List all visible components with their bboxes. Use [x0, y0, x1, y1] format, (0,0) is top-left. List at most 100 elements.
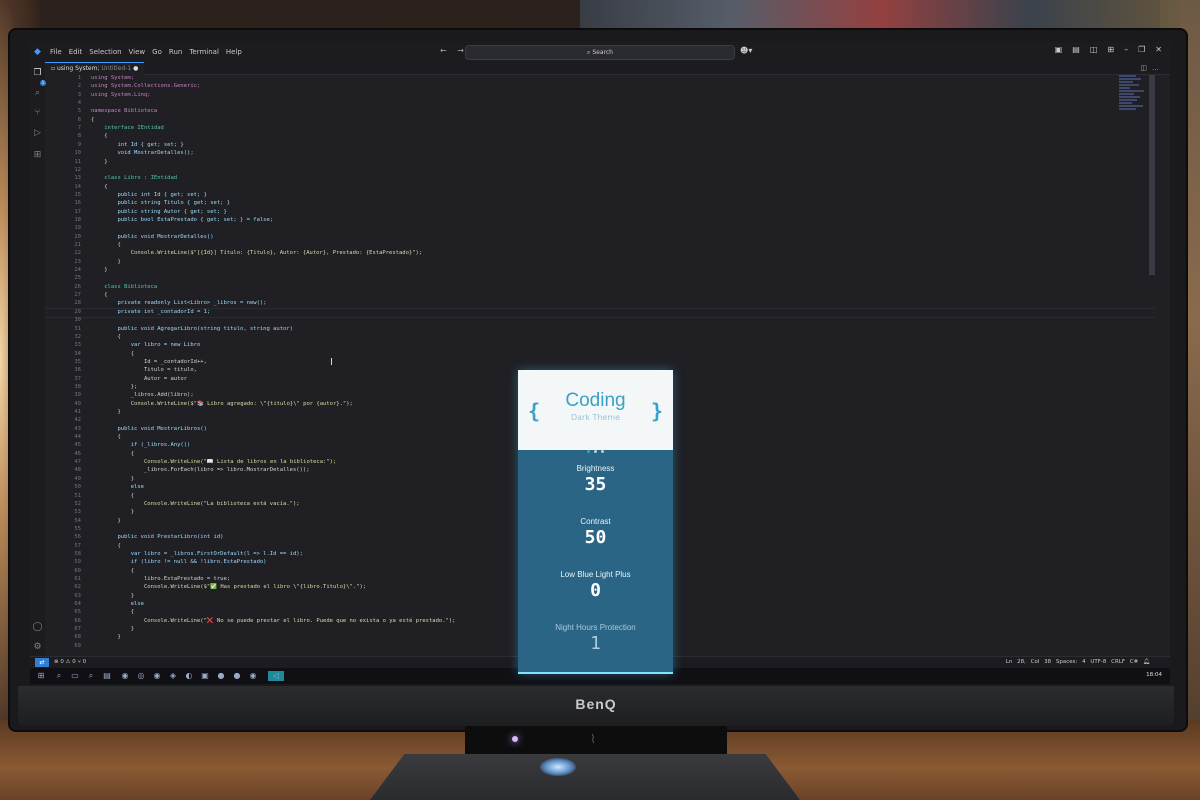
code-line[interactable]: Console.WriteLine($"[{Id}] Título: {Titu… — [91, 250, 422, 256]
vertical-scrollbar[interactable] — [1149, 75, 1155, 275]
vscode-taskbar-icon[interactable]: ◁ — [268, 671, 284, 681]
code-line[interactable]: Console.WriteLine("La biblioteca está va… — [91, 501, 300, 507]
code-line[interactable]: } — [91, 259, 120, 265]
close-button[interactable]: ✕ — [1155, 45, 1162, 54]
code-line[interactable]: { — [91, 543, 120, 549]
code-line[interactable]: { — [91, 493, 134, 499]
split-editor-icon[interactable]: ◫ — [1140, 64, 1152, 72]
code-line[interactable]: { — [91, 609, 134, 615]
code-line[interactable]: interface IEntidad — [91, 125, 164, 131]
code-line[interactable]: if (libro != null && !libro.EstaPrestado… — [91, 559, 267, 565]
layout-sidebar-icon[interactable]: ◫ — [1090, 45, 1098, 54]
code-line[interactable]: } — [91, 267, 107, 273]
layout-toggle-icon[interactable]: ▣ — [1055, 45, 1063, 54]
taskbar-clock[interactable]: 18:04 — [1146, 672, 1162, 678]
osd-mode-card[interactable]: { } Coding Dark Theme — [518, 370, 673, 453]
file-explorer-icon[interactable]: ▤ — [102, 671, 112, 681]
layout-panel-icon[interactable]: ▤ — [1072, 45, 1080, 54]
code-line[interactable]: Console.WriteLine($"✅ Has prestado el li… — [91, 584, 366, 590]
encoding[interactable]: UTF-8 — [1090, 659, 1106, 665]
extensions-icon[interactable]: ⊞ — [32, 150, 43, 161]
code-line[interactable]: using System.Collections.Generic; — [91, 83, 200, 89]
code-line[interactable]: } — [91, 518, 120, 524]
app-icon[interactable]: ● — [232, 671, 242, 681]
code-line[interactable]: var libro = _libros.FirstOrDefault(l => … — [91, 551, 303, 557]
task-view-icon[interactable]: ▭ — [70, 671, 80, 681]
code-line[interactable]: }; — [91, 384, 138, 390]
code-line[interactable]: public void PrestarLibro(int id) — [91, 534, 223, 540]
code-line[interactable]: namespace Biblioteca — [91, 108, 157, 114]
code-line[interactable]: libro.EstaPrestado = true; — [91, 576, 230, 582]
browser-icon[interactable]: ◉ — [120, 671, 130, 681]
menu-help[interactable]: Help — [226, 48, 242, 56]
code-line[interactable]: Id = _contadorId++, — [91, 359, 207, 365]
taskbar-search-icon[interactable]: ⌕ — [54, 671, 64, 681]
code-line[interactable]: { — [91, 351, 134, 357]
code-line[interactable]: { — [91, 434, 120, 440]
tab-modified-dot[interactable]: ● — [133, 65, 138, 72]
source-control-icon[interactable]: ⑂ — [32, 108, 43, 119]
osd-night-hours[interactable]: Night Hours Protection 1 — [518, 623, 673, 654]
maximize-button[interactable]: ❐ — [1138, 45, 1145, 54]
app-icon[interactable]: ◉ — [248, 671, 258, 681]
start-windows-icon[interactable]: ⊞ — [36, 671, 46, 681]
account-icon[interactable]: ◯ — [32, 622, 43, 633]
code-line[interactable]: private int _contadorId = 1; — [91, 309, 210, 315]
menu-selection[interactable]: Selection — [89, 48, 121, 56]
explorer-icon[interactable]: ❐ 1 — [32, 68, 46, 86]
code-line[interactable]: public string Titulo { get; set; } — [91, 200, 230, 206]
code-line[interactable]: } — [91, 159, 107, 165]
ports-indicator[interactable]: ⑂ 0 — [78, 659, 87, 665]
code-line[interactable]: } — [91, 409, 120, 415]
code-line[interactable]: public bool EstaPrestado { get; set; } =… — [91, 217, 273, 223]
code-line[interactable]: else — [91, 484, 144, 490]
menu-file[interactable]: File — [50, 48, 62, 56]
osd-brightness[interactable]: Brightness 35 — [518, 464, 673, 495]
code-line[interactable]: { — [91, 334, 120, 340]
code-line[interactable]: using System; — [91, 75, 134, 81]
code-line[interactable]: Console.WriteLine("📖 Lista de libros en … — [91, 459, 336, 465]
code-line[interactable]: { — [91, 184, 107, 190]
indentation[interactable]: Spaces: 4 — [1056, 659, 1086, 665]
tab-untitled-1[interactable]: ▫ using System; Untitled-1 ● — [45, 62, 145, 75]
code-line[interactable]: var libro = new Libro — [91, 342, 201, 348]
file-search-icon[interactable]: ⌕ — [86, 671, 96, 681]
code-line[interactable]: } — [91, 634, 120, 640]
code-line[interactable]: _libros.ForEach(libro => libro.MostrarDe… — [91, 467, 310, 473]
code-line[interactable]: void MostrarDetalles(); — [91, 150, 193, 156]
chrome-icon[interactable]: ◉ — [152, 671, 162, 681]
code-line[interactable]: class Biblioteca — [91, 284, 157, 290]
code-line[interactable]: Titulo = titulo, — [91, 367, 197, 373]
menu-go[interactable]: Go — [152, 48, 162, 56]
code-line[interactable]: } — [91, 626, 134, 632]
code-line[interactable]: _libros.Add(libro); — [91, 392, 194, 398]
code-line[interactable]: public void MostrarLibros() — [91, 426, 206, 432]
menu-edit[interactable]: Edit — [69, 48, 83, 56]
nav-back-forward[interactable]: ← → — [440, 46, 468, 55]
search-icon[interactable]: ⌕ — [32, 88, 43, 99]
minimap[interactable] — [1119, 75, 1147, 195]
app-icon[interactable]: ● — [216, 671, 226, 681]
command-center-search[interactable]: ⌕ Search — [465, 45, 735, 60]
code-line[interactable]: } — [91, 593, 134, 599]
code-line[interactable]: public int Id { get; set; } — [91, 192, 206, 198]
code-line[interactable]: private readonly List<Libro> _libros = n… — [91, 300, 266, 306]
code-line[interactable]: Console.WriteLine("❌ No se puede prestar… — [91, 618, 456, 624]
code-line[interactable]: { — [91, 292, 107, 298]
menu-run[interactable]: Run — [169, 48, 182, 56]
code-line[interactable]: { — [91, 242, 120, 248]
code-line[interactable]: using System.Linq; — [91, 92, 151, 98]
code-line[interactable]: Console.WriteLine($"📚 Libro agregado: \"… — [91, 401, 353, 407]
menu-view[interactable]: View — [129, 48, 146, 56]
cursor-position[interactable]: Ln 28, Col 38 — [1006, 659, 1051, 665]
whatsapp-icon[interactable]: ◎ — [136, 671, 146, 681]
code-line[interactable]: { — [91, 117, 94, 123]
code-line[interactable]: { — [91, 133, 107, 139]
code-line[interactable]: } — [91, 476, 134, 482]
remote-indicator[interactable]: ⇄ — [35, 658, 49, 667]
code-line[interactable]: if (_libros.Any()) — [91, 442, 191, 448]
notifications-bell-icon[interactable]: 🔔︎ — [1143, 659, 1150, 665]
language-mode[interactable]: C# — [1130, 659, 1138, 665]
code-line[interactable]: public void MostrarDetalles() — [91, 234, 213, 240]
run-debug-icon[interactable]: ▷ — [32, 128, 43, 139]
